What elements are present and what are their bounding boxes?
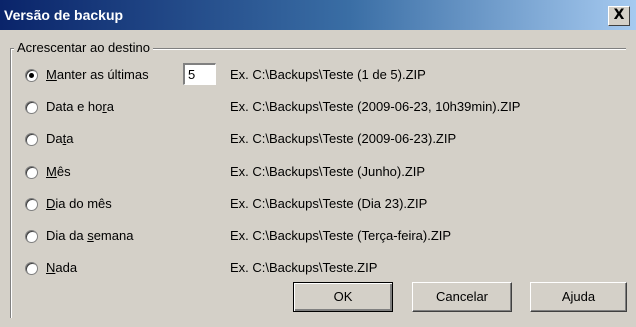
example-day-of-week: Ex. C:\Backups\Teste (Terça-feira).ZIP xyxy=(230,228,452,243)
radio-none[interactable] xyxy=(25,262,38,275)
option-label-day-of-month[interactable]: Dia do mês xyxy=(46,196,112,211)
option-label-date-time[interactable]: Data e hora xyxy=(46,99,114,114)
example-keep-last: Ex. C:\Backups\Teste (1 de 5).ZIP xyxy=(230,67,426,82)
example-none: Ex. C:\Backups\Teste.ZIP xyxy=(230,260,378,275)
radio-day-of-week[interactable] xyxy=(25,230,38,243)
radio-month[interactable] xyxy=(25,166,38,179)
keep-count-input[interactable] xyxy=(183,63,216,85)
radio-date-time[interactable] xyxy=(25,101,38,114)
option-label-month[interactable]: Mês xyxy=(46,164,71,179)
radio-date[interactable] xyxy=(25,133,38,146)
example-date-time: Ex. C:\Backups\Teste (2009-06-23, 10h39m… xyxy=(230,99,521,114)
window-title: Versão de backup xyxy=(4,7,124,23)
close-button[interactable]: X xyxy=(608,6,630,26)
radio-keep-last[interactable] xyxy=(25,69,38,82)
help-button[interactable]: Ajuda xyxy=(530,282,627,312)
group-label: Acrescentar ao destino xyxy=(14,40,153,55)
example-day-of-month: Ex. C:\Backups\Teste (Dia 23).ZIP xyxy=(230,196,428,211)
option-label-none[interactable]: Nada xyxy=(46,260,77,275)
option-label-keep-last[interactable]: Manter as últimas xyxy=(46,67,149,82)
title-bar[interactable]: Versão de backup X xyxy=(0,0,636,30)
ok-button[interactable]: OK xyxy=(293,282,393,312)
example-date: Ex. C:\Backups\Teste (2009-06-23).ZIP xyxy=(230,131,457,146)
option-label-date[interactable]: Data xyxy=(46,131,73,146)
cancel-button[interactable]: Cancelar xyxy=(412,282,512,312)
option-label-day-of-week[interactable]: Dia da semana xyxy=(46,228,133,243)
backup-version-dialog: Versão de backup X Acrescentar ao destin… xyxy=(0,0,636,327)
radio-day-of-month[interactable] xyxy=(25,198,38,211)
example-month: Ex. C:\Backups\Teste (Junho).ZIP xyxy=(230,164,426,179)
destination-group xyxy=(10,48,626,318)
